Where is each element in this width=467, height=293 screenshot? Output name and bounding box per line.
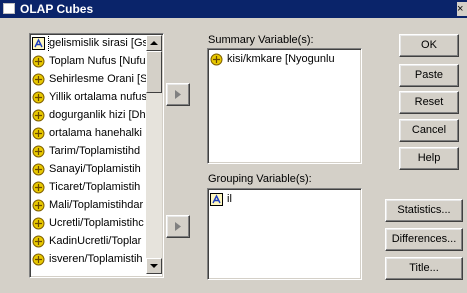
scale-icon: [32, 217, 45, 230]
scale-icon: [32, 163, 45, 176]
variable-list-item-label: gelismislik sirasi [Gs: [47, 35, 150, 52]
variable-list-item[interactable]: Mali/Toplamistihdar: [32, 197, 150, 214]
variable-list-item-label: Tarim/Toplamistihd: [49, 145, 141, 157]
move-to-summary-button[interactable]: [166, 83, 190, 106]
summary-variables-label: Summary Variable(s):: [208, 34, 314, 46]
grouping-variables-label: Grouping Variable(s):: [208, 173, 312, 185]
variable-list-item-label: ortalama hanehalki: [49, 127, 142, 139]
scroll-up-button[interactable]: [146, 35, 162, 51]
variable-list-item[interactable]: isveren/Toplamistih: [32, 251, 150, 268]
title-bar: OLAP Cubes ×: [0, 0, 467, 18]
reset-button[interactable]: Reset: [399, 91, 459, 114]
variable-list-item[interactable]: KadinUcretli/Toplar: [32, 233, 150, 250]
paste-button[interactable]: Paste: [399, 64, 459, 87]
nominal-icon: [210, 193, 223, 206]
variable-list-item-label: Ucretli/Toplamistihc: [49, 217, 144, 229]
help-button[interactable]: Help: [399, 147, 459, 170]
scale-icon: [32, 181, 45, 194]
variable-list-item-label: Ticaret/Toplamistih: [49, 181, 141, 193]
arrow-right-icon: [175, 90, 181, 99]
summary-list-item[interactable]: kisi/kmkare [Nyogunlu: [210, 51, 358, 68]
statistics-button[interactable]: Statistics...: [385, 199, 463, 222]
variable-list-item[interactable]: Tarim/Toplamistihd: [32, 143, 150, 160]
summary-list-item-label: kisi/kmkare [Nyogunlu: [227, 53, 335, 65]
scroll-up-arrow-icon: [150, 41, 158, 45]
variable-list-item-label: Mali/Toplamistihdar: [49, 199, 144, 211]
scale-icon: [32, 199, 45, 212]
variable-list-item[interactable]: Ticaret/Toplamistih: [32, 179, 150, 196]
scale-icon: [32, 55, 45, 68]
nominal-icon: [32, 37, 45, 50]
variable-list-item[interactable]: dogurganlik hizi [Dh: [32, 107, 150, 124]
scroll-down-arrow-icon: [150, 264, 158, 268]
variable-list-item[interactable]: Sehirlesme Orani [S: [32, 71, 150, 88]
variable-list-item-label: isveren/Toplamistih: [49, 253, 143, 265]
scale-icon: [32, 109, 45, 122]
variable-list-item-label: Yillik ortalama nufus: [49, 91, 148, 103]
summary-variables-list[interactable]: kisi/kmkare [Nyogunlu: [207, 48, 362, 164]
scale-icon: [32, 91, 45, 104]
arrow-right-icon: [175, 222, 181, 231]
differences-button[interactable]: Differences...: [385, 228, 463, 251]
app-icon: [3, 3, 15, 14]
variable-list-item-label: dogurganlik hizi [Dh: [49, 109, 146, 121]
scale-icon: [32, 253, 45, 266]
variable-list-item-label: Sehirlesme Orani [S: [49, 73, 148, 85]
variable-list-item[interactable]: ortalama hanehalki: [32, 125, 150, 142]
window-title: OLAP Cubes: [20, 2, 94, 16]
variable-list-item-label: Sanayi/Toplamistih: [49, 163, 141, 175]
scale-icon: [210, 53, 223, 66]
variable-list-item[interactable]: Ucretli/Toplamistihc: [32, 215, 150, 232]
variable-list-item[interactable]: gelismislik sirasi [Gs: [32, 35, 150, 52]
variable-list-item[interactable]: Sanayi/Toplamistih: [32, 161, 150, 178]
scale-icon: [32, 145, 45, 158]
grouping-list-item-label: il: [227, 193, 232, 205]
grouping-variables-list[interactable]: il: [207, 188, 362, 280]
scroll-down-button[interactable]: [146, 258, 162, 274]
move-to-grouping-button[interactable]: [166, 215, 190, 238]
scale-icon: [32, 235, 45, 248]
grouping-list-item[interactable]: il: [210, 191, 358, 208]
variable-list-item[interactable]: Yillik ortalama nufus: [32, 89, 150, 106]
source-variable-list[interactable]: gelismislik sirasi [Gs Toplam Nufus [Nufu…: [29, 33, 164, 278]
variable-list-item-label: KadinUcretli/Toplar: [49, 235, 142, 247]
close-icon[interactable]: ×: [457, 2, 467, 16]
scroll-thumb[interactable]: [146, 51, 162, 93]
variable-list-item-label: Toplam Nufus [Nufu: [49, 55, 146, 67]
cancel-button[interactable]: Cancel: [399, 119, 459, 142]
scale-icon: [32, 127, 45, 140]
variable-list-item[interactable]: Toplam Nufus [Nufu: [32, 53, 150, 70]
ok-button[interactable]: OK: [399, 34, 459, 57]
scale-icon: [32, 73, 45, 86]
title-button[interactable]: Title...: [385, 257, 463, 280]
